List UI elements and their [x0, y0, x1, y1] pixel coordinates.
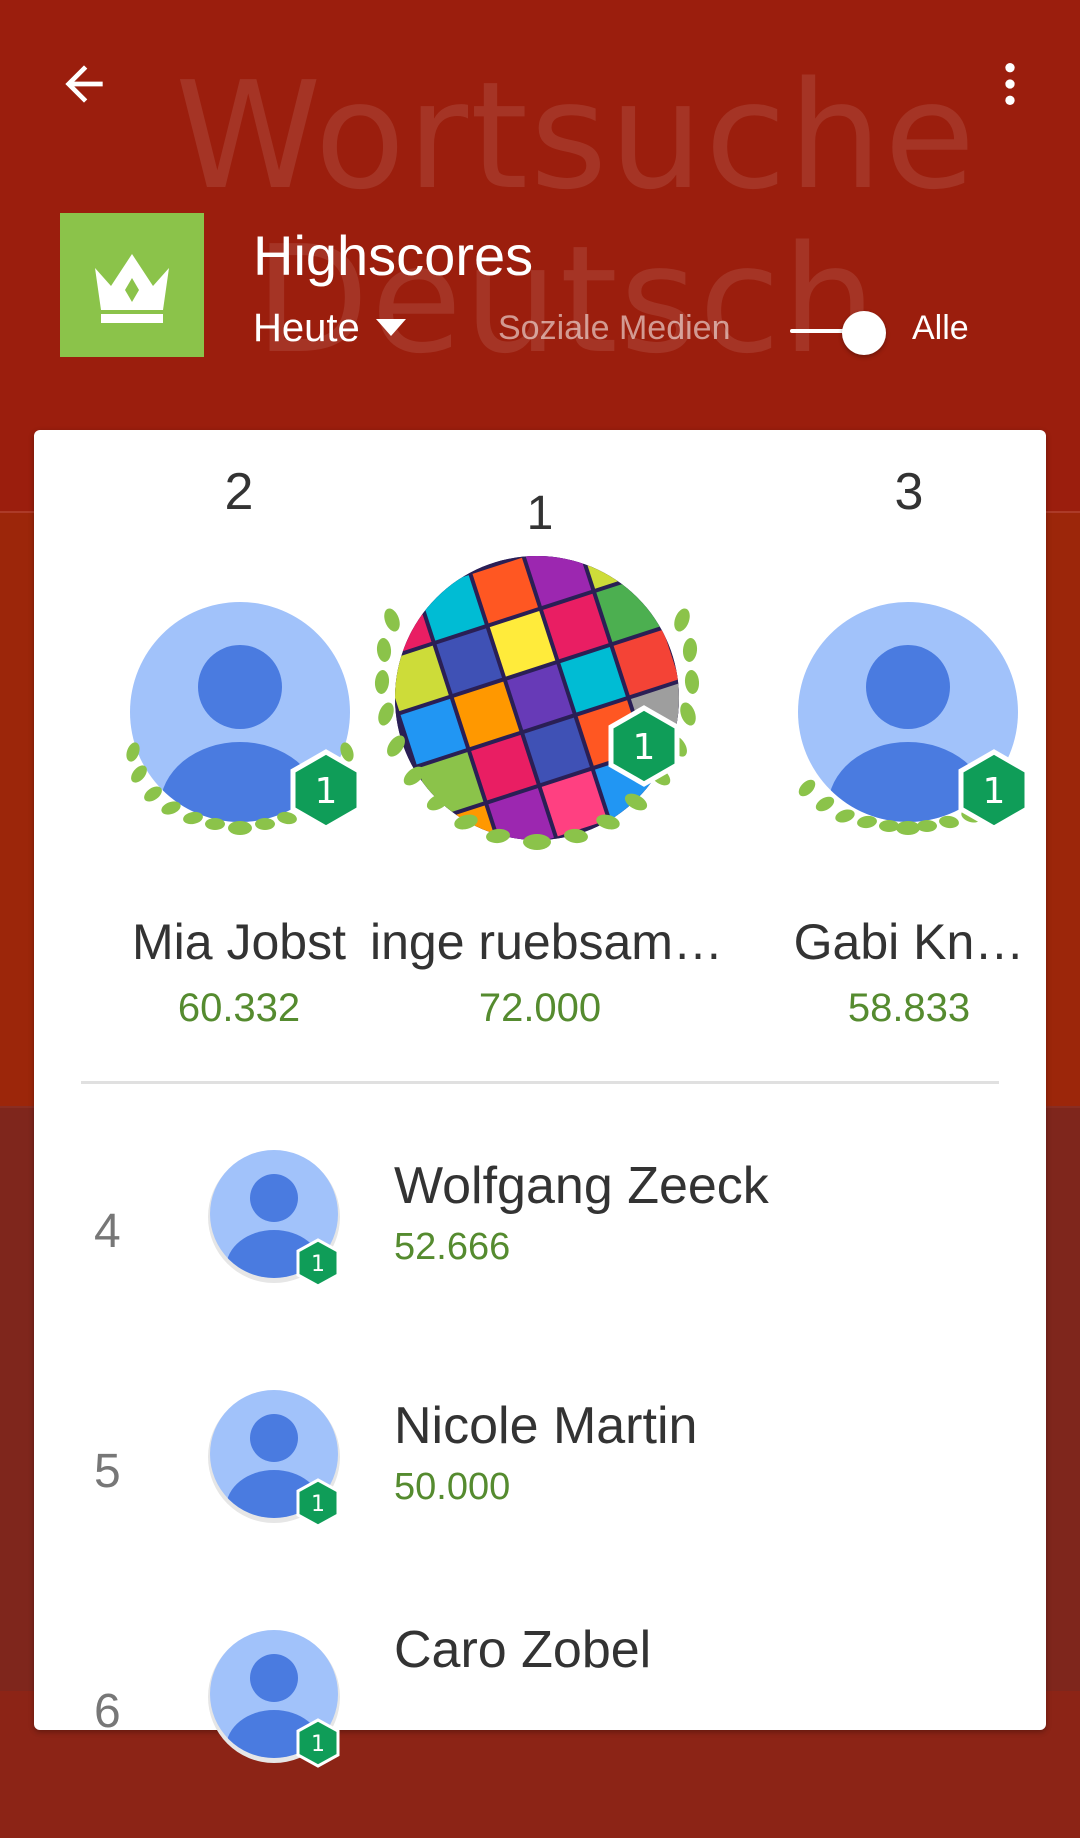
player-avatar: 1 — [372, 550, 702, 865]
default-avatar-with-laurel: 1 — [798, 602, 1030, 835]
player-avatar: 1 — [204, 1624, 354, 1774]
podium-entry-1[interactable]: 1 1 inge ruebsam… 72.000 — [370, 430, 723, 1030]
list-rank: 4 — [94, 1205, 121, 1258]
level-badge-number: 1 — [633, 727, 656, 768]
podium-entry-2[interactable]: 2 1 Mia Jobst 60.332 — [69, 430, 409, 1030]
player-name: Wolfgang Zeeck — [394, 1157, 769, 1215]
podium-rank: 1 — [526, 487, 554, 540]
overflow-menu-button[interactable] — [966, 40, 1054, 128]
player-avatar: 1 — [204, 1144, 354, 1294]
arrow-back-icon — [65, 65, 103, 103]
player-name: Caro Zobel — [394, 1621, 652, 1679]
crown-icon — [95, 254, 169, 323]
social-media-label[interactable]: Soziale Medien — [498, 308, 730, 348]
dropdown-arrow-icon — [375, 319, 406, 336]
player-score: 60.332 — [177, 986, 301, 1030]
podium-entry-3[interactable]: 3 1 Gabi Kn… 58.833 — [739, 430, 1079, 1030]
player-avatar: 1 — [204, 1384, 354, 1534]
level-badge-number: 1 — [311, 1252, 325, 1277]
player-name: Nicole Martin — [394, 1397, 698, 1455]
scope-toggle[interactable] — [790, 305, 890, 357]
back-button[interactable] — [40, 40, 128, 128]
quilt-photo — [395, 556, 679, 840]
podium-rank: 2 — [224, 463, 254, 521]
level-badge: 1 — [958, 749, 1030, 831]
podium-divider — [81, 1081, 999, 1084]
all-label[interactable]: Alle — [912, 308, 969, 348]
level-badge: 1 — [296, 1478, 340, 1528]
period-dropdown-label: Heute — [253, 306, 360, 350]
player-name: Gabi Kn… — [793, 914, 1025, 970]
default-avatar: 1 — [208, 1150, 340, 1288]
photo-avatar-with-laurel: 1 — [374, 556, 700, 850]
list-item[interactable]: 4 1 Wolfgang Zeeck 52.666 — [34, 1118, 1046, 1358]
player-avatar: 1 — [783, 602, 1033, 857]
player-name: inge ruebsam… — [370, 914, 723, 970]
player-score: 72.000 — [478, 986, 602, 1030]
level-badge-number: 1 — [311, 1492, 325, 1517]
level-badge-number: 1 — [315, 771, 338, 812]
leaderboard-card: 2 1 Mia Jobst 60.332 1 1 inge ruebsam… 7… — [34, 430, 1046, 1768]
level-badge: 1 — [296, 1238, 340, 1288]
period-dropdown[interactable]: Heute — [253, 306, 406, 350]
level-badge: 1 — [296, 1718, 340, 1768]
player-score: 50.000 — [394, 1466, 511, 1508]
level-badge-number: 1 — [311, 1732, 325, 1757]
player-avatar: 1 — [115, 602, 365, 857]
level-badge: 1 — [290, 749, 362, 831]
list-rank: 6 — [94, 1685, 121, 1738]
default-avatar: 1 — [208, 1390, 340, 1528]
level-badge: 1 — [608, 705, 680, 787]
list-rank: 5 — [94, 1445, 121, 1498]
more-vert-icon — [1005, 63, 1015, 105]
toggle-thumb — [842, 311, 886, 355]
list-item[interactable]: 6 1 Caro Zobel — [34, 1598, 1046, 1838]
default-avatar-with-laurel: 1 — [126, 602, 362, 835]
default-avatar: 1 — [208, 1630, 340, 1768]
page-title: Highscores — [253, 224, 534, 287]
player-name: Mia Jobst — [132, 914, 346, 970]
level-badge-number: 1 — [983, 771, 1006, 812]
list-item[interactable]: 5 1 Nicole Martin 50.000 — [34, 1358, 1046, 1598]
player-score: 58.833 — [847, 986, 971, 1030]
podium-rank: 3 — [894, 463, 924, 521]
app-title-watermark: Wortsuche — [175, 50, 978, 222]
highscores-badge — [60, 213, 204, 357]
player-score: 52.666 — [394, 1226, 511, 1268]
